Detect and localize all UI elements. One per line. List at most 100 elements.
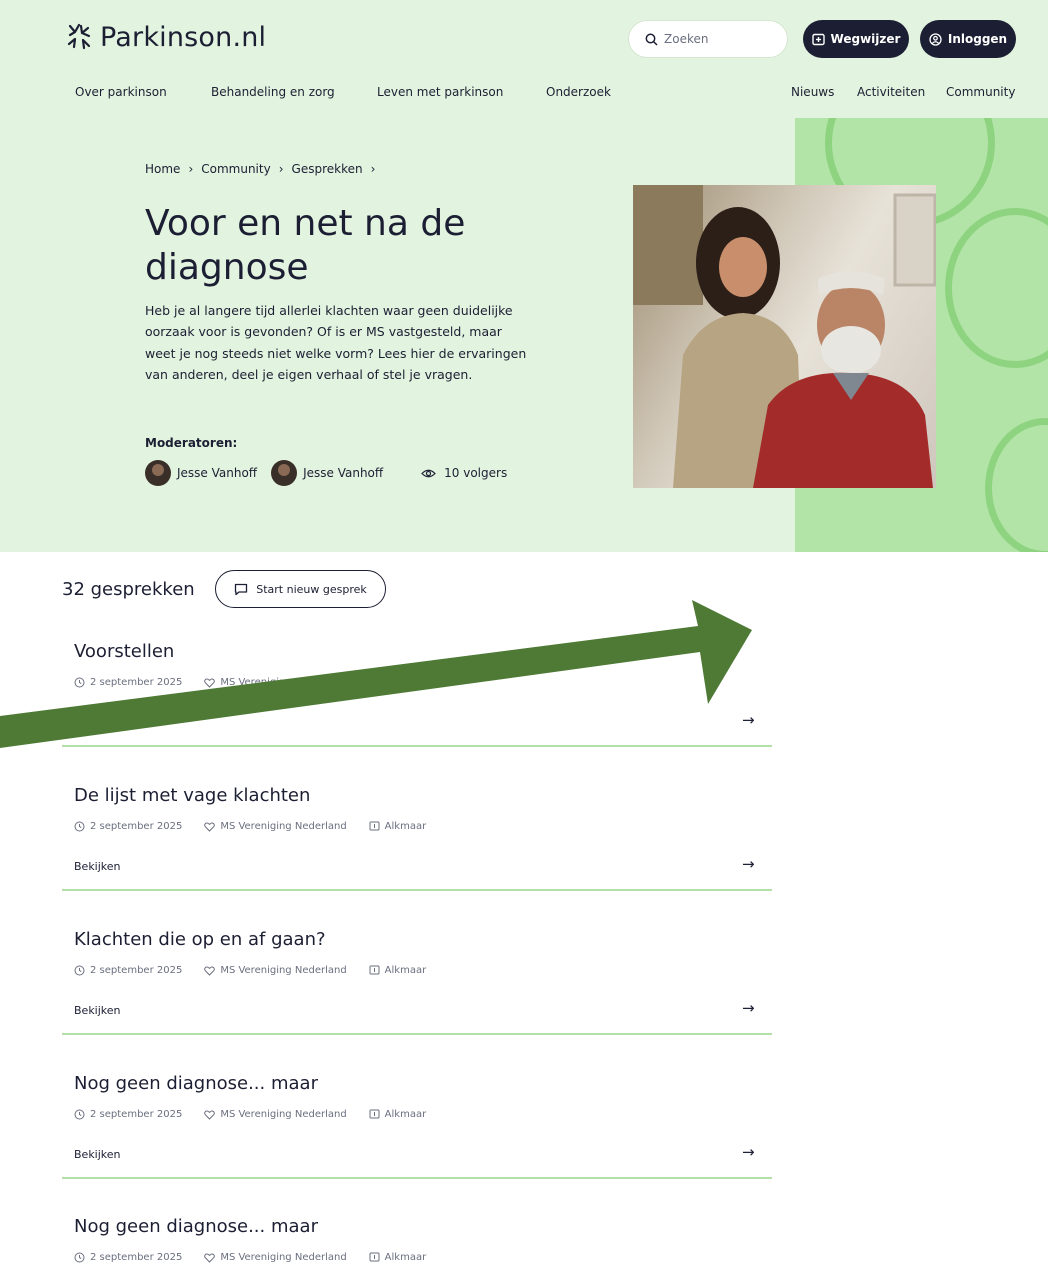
breadcrumb-home[interactable]: Home	[145, 162, 180, 176]
conversation-org-text: MS Vereniging Nederland	[220, 965, 347, 976]
clock-icon	[74, 821, 85, 832]
conversation-date-text: 2 september 2025	[90, 677, 183, 688]
conversation-org: MS Vereniging Nederland	[204, 965, 347, 976]
page-intro: Heb je al langere tijd allerlei klachten…	[145, 303, 527, 383]
conversation-date-text: 2 september 2025	[90, 821, 183, 832]
conversation-org: MS Vereniging Nederland	[204, 677, 347, 688]
arrow-right-icon[interactable]: →	[742, 711, 755, 729]
nav-community[interactable]: Community	[946, 85, 1015, 99]
nav-leven-met-parkinson[interactable]: Leven met parkinson	[377, 85, 503, 99]
arrow-right-icon[interactable]: →	[742, 855, 755, 873]
conversation-org: MS Vereniging Nederland	[204, 1252, 347, 1263]
search-input[interactable]	[664, 32, 774, 46]
clock-icon	[74, 1109, 85, 1120]
nav-behandeling-en-zorg[interactable]: Behandeling en zorg	[211, 85, 335, 99]
location-icon	[369, 821, 380, 831]
hero-photo-illustration	[633, 185, 936, 488]
conversation-location-text: Alkmaar	[384, 965, 427, 976]
conversation-title[interactable]: Nog geen diagnose... maar	[74, 1216, 318, 1237]
conversation-org-text: MS Vereniging Nederland	[220, 1252, 347, 1263]
moderator-name[interactable]: Jesse Vanhoff	[303, 466, 383, 480]
conversation-location: Alkmaar	[369, 1109, 427, 1120]
conversation-date: 2 september 2025	[74, 965, 182, 976]
login-button[interactable]: Inloggen	[920, 20, 1016, 58]
location-icon	[369, 1252, 380, 1262]
clock-icon	[74, 677, 85, 688]
location-icon	[369, 965, 380, 975]
search-box[interactable]	[628, 20, 788, 58]
clock-icon	[74, 1252, 85, 1263]
chat-icon	[235, 583, 248, 595]
conversation-org-text: MS Vereniging Nederland	[220, 821, 347, 832]
conversation-location-text: Alkmaar	[384, 1109, 427, 1120]
view-conversation-link[interactable]: Bekijken	[74, 860, 121, 873]
conversation-item[interactable]: De lijst met vage klachten 2 september 2…	[62, 785, 772, 891]
nav-over-parkinson[interactable]: Over parkinson	[75, 85, 167, 99]
avatar	[145, 460, 171, 486]
arrow-right-icon[interactable]: →	[742, 1143, 755, 1161]
conversation-location: Alkmaar	[369, 1252, 427, 1263]
conversation-location: Alkmaar	[369, 965, 427, 976]
logo-text: Parkinson.nl	[100, 21, 267, 53]
moderator-name[interactable]: Jesse Vanhoff	[177, 466, 257, 480]
start-new-conversation-label: Start nieuw gesprek	[256, 582, 367, 596]
nav-onderzoek[interactable]: Onderzoek	[546, 85, 611, 99]
conversation-title[interactable]: De lijst met vage klachten	[74, 785, 310, 806]
conversation-title[interactable]: Voorstellen	[74, 641, 174, 662]
conversation-item[interactable]: Nog geen diagnose... maar 2 september 20…	[62, 1216, 772, 1278]
conversation-title[interactable]: Nog geen diagnose... maar	[74, 1073, 318, 1094]
nav-activiteiten[interactable]: Activiteiten	[857, 85, 925, 99]
view-conversation-link[interactable]: Bekijken	[74, 1004, 121, 1017]
breadcrumb: Home › Community › Gesprekken ›	[145, 162, 383, 176]
conversation-location: Alkmaar	[369, 821, 427, 832]
wegwijzer-label: Wegwijzer	[830, 32, 901, 46]
moderators-label: Moderatoren:	[145, 436, 238, 450]
breadcrumb-community[interactable]: Community	[201, 162, 270, 176]
conversation-location-text: Alkmaar	[384, 1252, 427, 1263]
wegwijzer-button[interactable]: Wegwijzer	[803, 20, 909, 58]
conversation-location-text: Alkmaar	[384, 821, 427, 832]
search-icon	[645, 33, 658, 46]
hero-photo	[633, 185, 936, 488]
site-logo[interactable]: Parkinson.nl	[62, 20, 266, 54]
avatar	[271, 460, 298, 486]
conversation-org: MS Vereniging Nederland	[204, 821, 347, 832]
view-conversation-link[interactable]: Bekijken	[74, 1148, 121, 1161]
conversation-meta: 2 september 2025 MS Vereniging Nederland	[74, 677, 369, 688]
conversation-title[interactable]: Klachten die op en af gaan?	[74, 929, 326, 950]
conversation-meta: 2 september 2025 MS Vereniging Nederland…	[74, 1252, 448, 1263]
logo-mark-icon	[67, 23, 91, 50]
conversation-date: 2 september 2025	[74, 821, 182, 832]
arrow-right-icon[interactable]: →	[742, 999, 755, 1017]
conversation-date: 2 september 2025	[74, 1252, 182, 1263]
breadcrumb-separator: ›	[370, 162, 376, 176]
breadcrumb-gesprekken[interactable]: Gesprekken	[292, 162, 363, 176]
breadcrumb-separator: ›	[188, 162, 194, 176]
breadcrumb-separator: ›	[278, 162, 284, 176]
location-icon	[369, 1109, 380, 1119]
conversation-meta: 2 september 2025 MS Vereniging Nederland…	[74, 965, 448, 976]
nav-nieuws[interactable]: Nieuws	[791, 85, 834, 99]
eye-icon	[421, 469, 437, 477]
start-new-conversation-button[interactable]: Start nieuw gesprek	[215, 570, 386, 608]
conversations-count: 32 gesprekken	[62, 579, 195, 600]
followers-label: 10 volgers	[444, 466, 508, 480]
followers-count[interactable]: 10 volgers	[421, 466, 507, 480]
conversation-org-text: MS Vereniging Nederland	[220, 677, 347, 688]
user-icon	[929, 32, 942, 46]
conversation-date-text: 2 september 2025	[90, 965, 183, 976]
login-label: Inloggen	[947, 32, 1008, 46]
conversation-item[interactable]: Nog geen diagnose... maar 2 september 20…	[62, 1073, 772, 1179]
heart-icon	[204, 677, 216, 688]
conversation-meta: 2 september 2025 MS Vereniging Nederland…	[74, 821, 448, 832]
conversation-org: MS Vereniging Nederland	[204, 1109, 347, 1120]
conversation-item[interactable]: Klachten die op en af gaan? 2 september …	[62, 929, 772, 1035]
conversation-date: 2 september 2025	[74, 1109, 182, 1120]
conversation-date-text: 2 september 2025	[90, 1109, 183, 1120]
conversation-meta: 2 september 2025 MS Vereniging Nederland…	[74, 1109, 448, 1120]
conversation-date: 2 september 2025	[74, 677, 182, 688]
conversation-item[interactable]: Voorstellen 2 september 2025 MS Verenigi…	[62, 641, 772, 747]
heart-icon	[204, 1109, 216, 1120]
moderators-row: Jesse Vanhoff Jesse Vanhoff 10 volgers	[145, 460, 507, 486]
clock-icon	[74, 965, 85, 976]
